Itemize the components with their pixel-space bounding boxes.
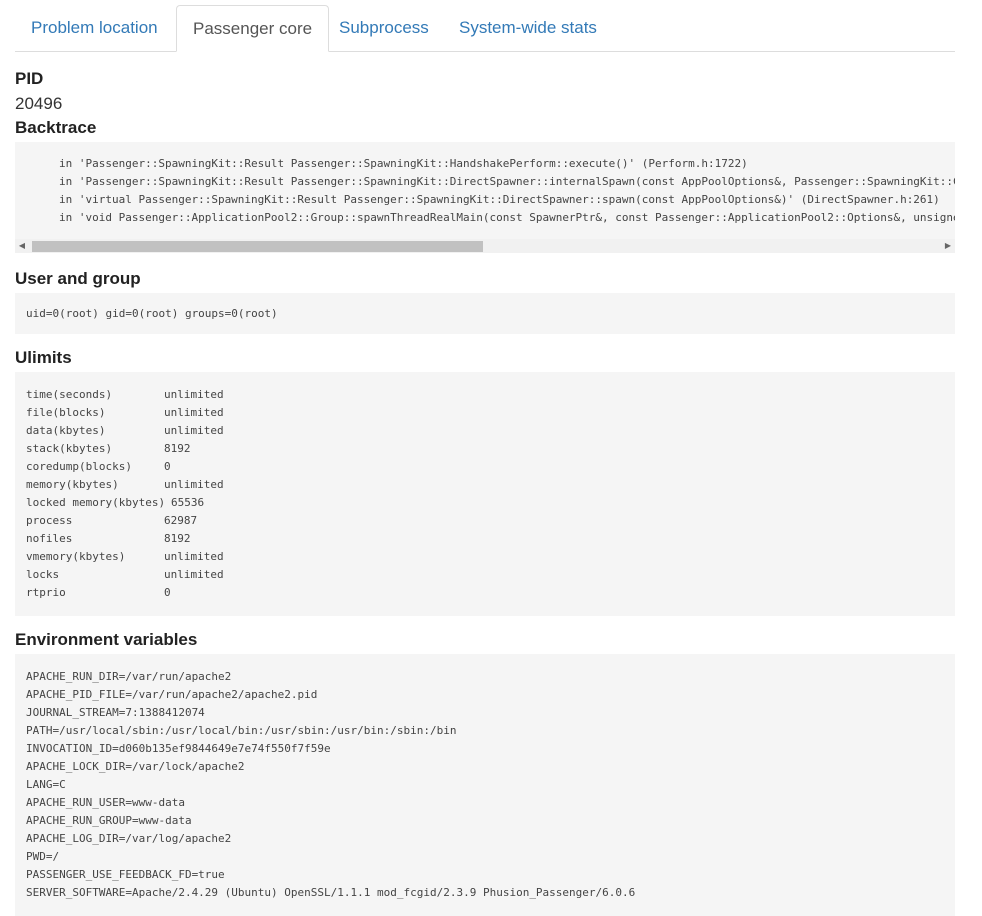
ulimit-key: file(blocks)	[26, 406, 106, 419]
env-var-line: JOURNAL_STREAM=7:1388412074	[26, 706, 205, 719]
ulimit-row: time(seconds) unlimited	[26, 386, 944, 404]
backtrace-heading: Backtrace	[15, 118, 97, 137]
ulimit-row: data(kbytes) unlimited	[26, 422, 944, 440]
scroll-left-arrow-icon[interactable]: ◀	[15, 239, 29, 253]
ulimit-key: vmemory(kbytes)	[26, 550, 126, 563]
ulimit-key: stack(kbytes)	[26, 442, 113, 455]
env-var-line: PATH=/usr/local/sbin:/usr/local/bin:/usr…	[26, 724, 457, 737]
scroll-right-arrow-icon[interactable]: ▶	[941, 239, 955, 253]
env-var-line: PWD=/	[26, 850, 60, 863]
ulimit-key: data(kbytes)	[26, 424, 106, 437]
env-var-line: APACHE_RUN_GROUP=www-data	[26, 814, 192, 827]
tab-problem-location[interactable]: Problem location	[15, 5, 174, 50]
ulimit-value: unlimited	[164, 568, 224, 581]
env-var-line: LANG=C	[26, 778, 66, 791]
horizontal-scrollbar[interactable]: ◀ ▶	[15, 239, 955, 253]
ulimit-key: time(seconds)	[26, 388, 113, 401]
ulimit-value: 8192	[164, 442, 191, 455]
ulimit-row: memory(kbytes) unlimited	[26, 476, 944, 494]
ulimit-row: stack(kbytes) 8192	[26, 440, 944, 458]
ulimit-key: nofiles	[26, 532, 73, 545]
tab-subprocess[interactable]: Subprocess	[323, 5, 445, 50]
ulimit-key: locks	[26, 568, 60, 581]
user-group-value: uid=0(root) gid=0(root) groups=0(root)	[26, 307, 278, 320]
user-group-heading: User and group	[15, 269, 141, 288]
scrollbar-thumb[interactable]	[32, 241, 483, 252]
env-var-line: APACHE_PID_FILE=/var/run/apache2/apache2…	[26, 688, 318, 701]
ulimit-key: locked memory(kbytes)	[26, 496, 166, 509]
backtrace-line: in 'void Passenger::ApplicationPool2::Gr…	[59, 211, 955, 224]
ulimit-value: unlimited	[164, 550, 224, 563]
env-vars-box: APACHE_RUN_DIR=/var/run/apache2 APACHE_PI…	[15, 654, 955, 916]
pid-value: 20496	[15, 94, 63, 113]
env-var-line: SERVER_SOFTWARE=Apache/2.4.29 (Ubuntu) O…	[26, 886, 636, 899]
backtrace-line: in 'Passenger::SpawningKit::Result Passe…	[59, 157, 748, 170]
ulimit-value: 62987	[164, 514, 198, 527]
ulimit-row: locks unlimited	[26, 566, 944, 584]
ulimit-value: 65536	[171, 496, 205, 509]
user-group-box: uid=0(root) gid=0(root) groups=0(root)	[15, 293, 955, 334]
env-var-line: APACHE_LOCK_DIR=/var/lock/apache2	[26, 760, 245, 773]
ulimit-row: vmemory(kbytes) unlimited	[26, 548, 944, 566]
ulimit-value: unlimited	[164, 478, 224, 491]
ulimit-value: 8192	[164, 532, 191, 545]
ulimit-value: 0	[164, 586, 171, 599]
ulimit-key: coredump(blocks)	[26, 460, 132, 473]
ulimit-key: rtprio	[26, 586, 66, 599]
ulimit-row: coredump(blocks) 0	[26, 458, 944, 476]
backtrace-line: in 'virtual Passenger::SpawningKit::Resu…	[59, 193, 940, 206]
ulimit-row: locked memory(kbytes) 65536	[26, 494, 944, 512]
ulimit-row: nofiles 8192	[26, 530, 944, 548]
ulimit-row: rtprio 0	[26, 584, 944, 602]
env-var-line: APACHE_LOG_DIR=/var/log/apache2	[26, 832, 232, 845]
env-var-line: APACHE_RUN_DIR=/var/run/apache2	[26, 670, 232, 683]
backtrace-text: in 'Passenger::SpawningKit::Result Passe…	[15, 142, 955, 239]
ulimit-row: file(blocks) unlimited	[26, 404, 944, 422]
env-var-line: PASSENGER_USE_FEEDBACK_FD=true	[26, 868, 225, 881]
ulimit-value: unlimited	[164, 424, 224, 437]
ulimit-value: 0	[164, 460, 171, 473]
ulimit-key: memory(kbytes)	[26, 478, 119, 491]
tab-passenger-core[interactable]: Passenger core	[176, 5, 330, 52]
ulimit-key: process	[26, 514, 73, 527]
tab-system-wide-stats[interactable]: System-wide stats	[443, 5, 613, 50]
tab-bar: Problem location Passenger core Subproce…	[15, 5, 955, 52]
ulimit-value: unlimited	[164, 406, 224, 419]
ulimit-value: unlimited	[164, 388, 224, 401]
pid-heading: PID	[15, 69, 44, 88]
ulimit-row: process 62987	[26, 512, 944, 530]
env-var-line: INVOCATION_ID=d060b135ef9844649e7e74f550…	[26, 742, 331, 755]
backtrace-box[interactable]: in 'Passenger::SpawningKit::Result Passe…	[15, 142, 955, 253]
ulimits-box: time(seconds) unlimited file(blocks) unlimi…	[15, 372, 955, 616]
ulimits-heading: Ulimits	[15, 348, 72, 367]
env-vars-heading: Environment variables	[15, 630, 198, 649]
page-content: Problem location Passenger core Subproce…	[15, 5, 955, 916]
env-var-line: APACHE_RUN_USER=www-data	[26, 796, 185, 809]
backtrace-line: in 'Passenger::SpawningKit::Result Passe…	[59, 175, 955, 188]
